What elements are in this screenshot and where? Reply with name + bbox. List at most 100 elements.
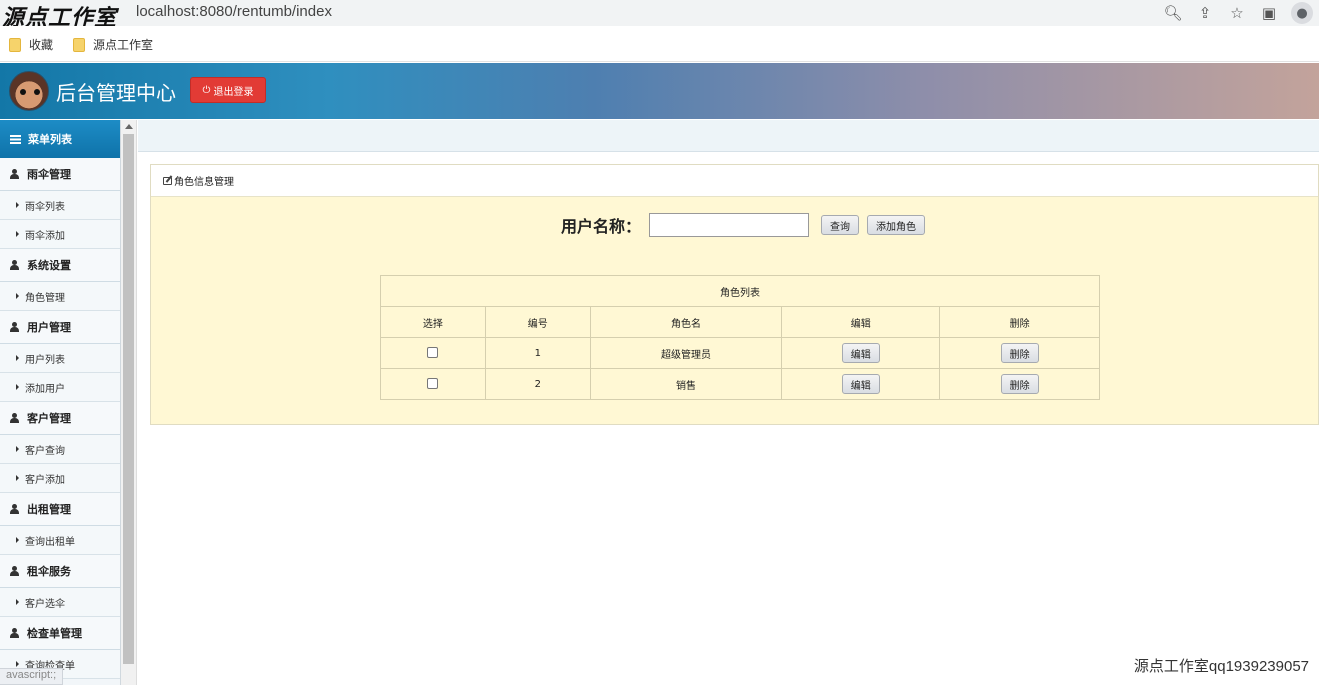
search-label: 用户名称： — [561, 217, 642, 236]
select-cell — [380, 368, 486, 400]
sidebar-item-role-manage[interactable]: 角色管理 — [0, 282, 120, 311]
delete-cell: 删除 — [939, 337, 1100, 369]
list-icon — [10, 134, 21, 144]
header-select: 选择 — [380, 306, 486, 338]
edit-cell: 编辑 — [781, 337, 941, 369]
header-id: 编号 — [484, 306, 591, 338]
sidebar-item-customer-query[interactable]: 客户查询 — [0, 435, 120, 464]
bookmark-studio[interactable]: 源点工作室 — [73, 36, 153, 53]
user-icon — [10, 322, 19, 332]
sidebar-group-label: 系统设置 — [27, 259, 71, 272]
sidebar-group-users[interactable]: 用户管理 — [0, 311, 120, 344]
caret-right-icon — [16, 202, 19, 208]
delete-cell: 删除 — [939, 368, 1100, 400]
sidebar-item-umbrella-list[interactable]: 雨伞列表 — [0, 191, 120, 220]
sidebar-item-rental-query[interactable]: 查询出租单 — [0, 526, 120, 555]
delete-button[interactable]: 删除 — [1000, 343, 1039, 363]
sidebar-group-rental[interactable]: 出租管理 — [0, 493, 120, 526]
sidebar-item-user-list[interactable]: 用户列表 — [0, 344, 120, 373]
sidepanel-icon[interactable]: ▣ — [1259, 3, 1279, 23]
sidebar-item-umbrella-add[interactable]: 雨伞添加 — [0, 220, 120, 249]
username-search-input[interactable] — [649, 213, 810, 237]
scroll-thumb[interactable] — [123, 134, 134, 664]
app-header: 后台管理中心 ⏻ 退出登录 — [0, 63, 1319, 119]
caret-right-icon — [16, 661, 19, 667]
edit-icon — [163, 176, 172, 185]
sidebar-item-label: 查询出租单 — [25, 536, 75, 548]
content-top-strip — [138, 120, 1319, 152]
user-icon — [10, 504, 19, 514]
row-checkbox[interactable] — [427, 347, 439, 359]
caret-right-icon — [16, 446, 19, 452]
user-icon — [10, 260, 19, 270]
logout-label: 退出登录 — [213, 86, 254, 98]
logout-button[interactable]: ⏻ 退出登录 — [190, 77, 266, 103]
row-checkbox[interactable] — [427, 378, 439, 390]
sidebar-group-label: 用户管理 — [27, 321, 71, 334]
bookmark-label: 收藏 — [29, 38, 54, 52]
sidebar-group-label: 客户管理 — [27, 412, 71, 425]
sidebar-item-label: 客户查询 — [25, 445, 65, 457]
header-edit: 编辑 — [781, 306, 941, 338]
role-table: 角色列表 选择 编号 角色名 编辑 删除 1 超级管理员 编辑 删除 2 销售 … — [380, 275, 1100, 400]
panel-title: 角色信息管理 — [174, 177, 234, 188]
table-caption: 角色列表 — [380, 275, 1100, 307]
select-cell — [380, 337, 486, 369]
caret-right-icon — [16, 293, 19, 299]
sidebar-group-label: 租伞服务 — [27, 565, 71, 578]
folder-icon — [9, 37, 21, 52]
user-icon — [10, 566, 19, 576]
avatar — [9, 71, 49, 111]
table-row: 2 销售 编辑 删除 — [380, 368, 1100, 400]
role-name-cell: 销售 — [589, 368, 783, 400]
caret-right-icon — [16, 384, 19, 390]
sidebar-item-customer-add[interactable]: 客户添加 — [0, 464, 120, 493]
id-cell: 2 — [484, 368, 591, 400]
browser-toolbar: 🔍︎ ⇪ ☆ ▣ ● — [1163, 2, 1313, 24]
star-icon[interactable]: ☆ — [1227, 3, 1247, 23]
sidebar-group-label: 检查单管理 — [27, 627, 82, 640]
zoom-icon[interactable]: 🔍︎ — [1163, 3, 1183, 23]
sidebar-item-label: 添加用户 — [25, 383, 65, 395]
sidebar-scrollbar[interactable] — [121, 120, 137, 685]
profile-icon[interactable]: ● — [1291, 2, 1313, 24]
bookmarks-bar: 收藏 源点工作室 — [0, 26, 1319, 62]
add-role-button[interactable]: 添加角色 — [867, 215, 926, 235]
sidebar-item-customer-pick[interactable]: 客户选伞 — [0, 588, 120, 617]
url-text[interactable]: localhost:8080/rentumb/index — [136, 3, 332, 20]
delete-button[interactable]: 删除 — [1000, 374, 1039, 394]
table-header-row: 选择 编号 角色名 编辑 删除 — [380, 306, 1100, 338]
edit-button[interactable]: 编辑 — [841, 343, 880, 363]
edit-cell: 编辑 — [781, 368, 941, 400]
sidebar-item-label: 客户选伞 — [25, 598, 65, 610]
browser-status-bar: avascript:; — [0, 668, 64, 685]
browser-address-bar: 源点工作室 localhost:8080/rentumb/index 🔍︎ ⇪ … — [0, 0, 1319, 31]
scroll-up-icon[interactable] — [125, 124, 133, 129]
sidebar-item-label: 客户添加 — [25, 474, 65, 486]
power-icon: ⏻ — [202, 84, 211, 96]
role-panel: 角色信息管理 用户名称： 查询 添加角色 角色列表 选择 编号 角色名 编辑 删… — [150, 164, 1319, 425]
bookmark-favorites[interactable]: 收藏 — [9, 36, 53, 53]
query-button[interactable]: 查询 — [821, 215, 860, 235]
sidebar: 菜单列表 雨伞管理 雨伞列表 雨伞添加 系统设置 角色管理 用户管理 用户列表 … — [0, 120, 121, 685]
sidebar-group-label: 雨伞管理 — [27, 168, 71, 181]
sidebar-group-rent-service[interactable]: 租伞服务 — [0, 555, 120, 588]
sidebar-item-label: 用户列表 — [25, 354, 65, 366]
sidebar-group-customers[interactable]: 客户管理 — [0, 402, 120, 435]
sidebar-group-inspection[interactable]: 检查单管理 — [0, 617, 120, 650]
user-icon — [10, 628, 19, 638]
sidebar-item-user-add[interactable]: 添加用户 — [0, 373, 120, 402]
sidebar-group-label: 出租管理 — [27, 503, 71, 516]
folder-icon — [73, 37, 85, 52]
caret-right-icon — [16, 355, 19, 361]
caret-right-icon — [16, 231, 19, 237]
share-icon[interactable]: ⇪ — [1195, 3, 1215, 23]
sidebar-group-umbrella[interactable]: 雨伞管理 — [0, 158, 120, 191]
sidebar-group-system[interactable]: 系统设置 — [0, 249, 120, 282]
sidebar-item-label: 角色管理 — [25, 292, 65, 304]
search-row: 用户名称： 查询 添加角色 — [561, 213, 926, 237]
caret-right-icon — [16, 537, 19, 543]
user-icon — [10, 169, 19, 179]
header-delete: 删除 — [939, 306, 1100, 338]
edit-button[interactable]: 编辑 — [841, 374, 880, 394]
